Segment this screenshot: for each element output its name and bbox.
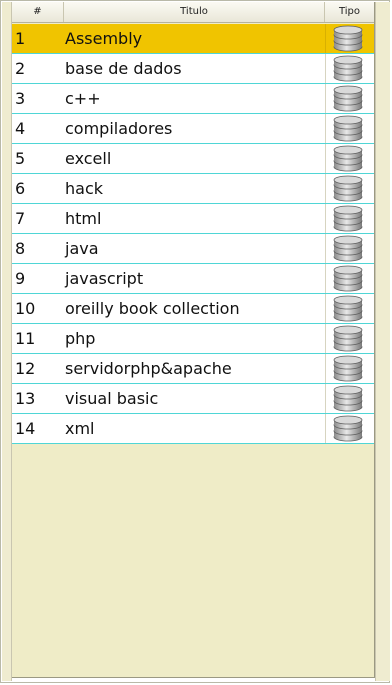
table-row[interactable]: 9 javascript (12, 264, 374, 294)
row-title: base de dados (65, 59, 182, 78)
row-title: oreilly book collection (65, 299, 240, 318)
database-stack-icon (333, 325, 363, 352)
column-divider (325, 114, 326, 143)
row-title: excell (65, 149, 112, 168)
database-stack-icon (333, 385, 363, 412)
table-row[interactable]: 4 compiladores (12, 114, 374, 144)
database-stack-icon (333, 415, 363, 442)
database-stack-icon (333, 115, 363, 142)
table-row[interactable]: 13 visual basic (12, 384, 374, 414)
column-divider (325, 144, 326, 173)
row-number: 7 (15, 209, 26, 228)
row-title: javascript (65, 269, 144, 288)
column-divider (325, 84, 326, 113)
table-row[interactable]: 3 c++ (12, 84, 374, 114)
row-number: 4 (15, 119, 26, 138)
database-stack-icon (333, 145, 363, 172)
column-divider (325, 414, 326, 443)
database-stack-icon (333, 235, 363, 262)
table-row[interactable]: 12 servidorphp&apache (12, 354, 374, 384)
database-stack-icon (333, 205, 363, 232)
table-row[interactable]: 7 html (12, 204, 374, 234)
table-header: # Titulo Tipo (12, 2, 374, 23)
column-divider (325, 354, 326, 383)
row-title: c++ (65, 89, 101, 108)
table-body: 1 Assembly 2 base de dados 3 c++ 4 compiladores… (12, 24, 374, 444)
row-number: 8 (15, 239, 26, 258)
vertical-scrollbar[interactable] (375, 2, 390, 681)
database-stack-icon (333, 175, 363, 202)
table-row[interactable]: 11 php (12, 324, 374, 354)
row-number: 1 (15, 29, 26, 48)
row-title: compiladores (65, 119, 173, 138)
database-stack-icon (333, 25, 363, 52)
database-stack-icon (333, 265, 363, 292)
row-title: java (65, 239, 99, 258)
column-divider (325, 204, 326, 233)
column-divider (325, 384, 326, 413)
table-row[interactable]: 1 Assembly (12, 24, 374, 54)
column-divider (325, 294, 326, 323)
column-divider (325, 24, 326, 53)
left-border (2, 2, 12, 681)
column-divider (325, 174, 326, 203)
row-title: Assembly (65, 29, 143, 48)
row-title: servidorphp&apache (65, 359, 232, 378)
column-divider (325, 264, 326, 293)
table-row[interactable]: 6 hack (12, 174, 374, 204)
column-header-number[interactable]: # (12, 2, 64, 22)
row-number: 12 (15, 359, 36, 378)
table-row[interactable]: 2 base de dados (12, 54, 374, 84)
row-title: hack (65, 179, 104, 198)
row-number: 10 (15, 299, 36, 318)
row-title: php (65, 329, 96, 348)
row-number: 11 (15, 329, 36, 348)
database-stack-icon (333, 85, 363, 112)
row-title: xml (65, 419, 95, 438)
column-header-title[interactable]: Titulo (64, 2, 325, 22)
database-stack-icon (333, 55, 363, 82)
table-row[interactable]: 8 java (12, 234, 374, 264)
window-frame: # Titulo Tipo 1 Assembly 2 base de dados 3 c+… (0, 0, 390, 683)
row-number: 14 (15, 419, 36, 438)
column-divider (325, 234, 326, 263)
database-stack-icon (333, 295, 363, 322)
table-row[interactable]: 14 xml (12, 414, 374, 444)
column-divider (325, 324, 326, 353)
database-stack-icon (333, 355, 363, 382)
row-number: 9 (15, 269, 26, 288)
file-list-panel: # Titulo Tipo 1 Assembly 2 base de dados 3 c+… (12, 2, 375, 678)
column-header-type[interactable]: Tipo (325, 2, 374, 22)
row-number: 13 (15, 389, 36, 408)
row-title: html (65, 209, 102, 228)
row-number: 3 (15, 89, 26, 108)
row-number: 6 (15, 179, 26, 198)
table-row[interactable]: 5 excell (12, 144, 374, 174)
column-divider (325, 54, 326, 83)
table-row[interactable]: 10 oreilly book collection (12, 294, 374, 324)
row-title: visual basic (65, 389, 159, 408)
row-number: 2 (15, 59, 26, 78)
row-number: 5 (15, 149, 26, 168)
